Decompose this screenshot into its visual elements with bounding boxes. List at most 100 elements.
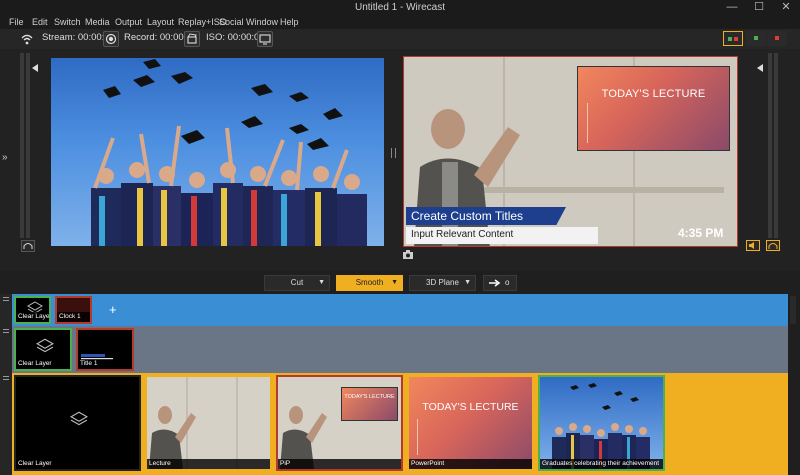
preview-indicator-icon xyxy=(728,37,732,41)
wifi-icon[interactable] xyxy=(20,32,34,46)
preview-monitor[interactable] xyxy=(51,58,384,246)
row3-shot-label: Lecture xyxy=(147,459,270,469)
cut-dropdown-icon[interactable]: ▼ xyxy=(318,276,325,290)
go-label: o xyxy=(505,278,510,287)
row3-lecture-shot[interactable]: Lecture xyxy=(145,375,272,471)
clapper-icon xyxy=(187,33,197,44)
layer2-handle[interactable] xyxy=(0,326,12,373)
layer-scrollbar[interactable] xyxy=(790,296,796,324)
preview-headphones-button[interactable] xyxy=(21,240,35,252)
row1-clear-layer-shot[interactable]: Clear Layer xyxy=(14,296,51,324)
record-button[interactable] xyxy=(103,31,119,47)
menu-help[interactable]: Help xyxy=(280,17,299,27)
layers-icon xyxy=(36,338,54,353)
preview-only-icon xyxy=(754,36,758,40)
cut-label: Cut xyxy=(290,278,304,287)
live-vu-meter-right xyxy=(774,53,778,238)
live-volume-slider-icon[interactable] xyxy=(757,64,763,72)
menu-file[interactable]: File xyxy=(9,17,24,27)
row2-shot-label: Title 1 xyxy=(78,359,132,369)
go-button[interactable]: o xyxy=(483,275,517,291)
speaker-button[interactable] xyxy=(746,240,760,251)
row1-shot-label: Clock 1 xyxy=(57,312,90,322)
plane-transition-button[interactable]: 3D Plane ▼ xyxy=(409,275,476,291)
arrow-right-icon xyxy=(489,279,501,287)
lecture-thumbnail xyxy=(147,377,270,469)
row1-clock-shot[interactable]: Clock 1 xyxy=(55,296,92,324)
layer-row-3: Clear Layer Lecture TODAY'S LECTURE PiP … xyxy=(12,373,788,475)
menu-window[interactable]: Window xyxy=(246,17,278,27)
graduates-thumbnail xyxy=(552,383,650,469)
live-headphones-button[interactable] xyxy=(766,240,780,251)
layer-row-1: Clear Layer Clock 1 + xyxy=(12,294,788,326)
preview-vu-meter-left xyxy=(20,53,24,238)
row3-clear-layer-shot[interactable]: Clear Layer xyxy=(14,375,141,471)
row3-shot-label: PowerPoint xyxy=(409,459,532,469)
expand-sidebar-icon[interactable]: » xyxy=(2,152,8,163)
pip-title-card: TODAY'S LECTURE xyxy=(341,387,398,421)
add-shot-button[interactable]: + xyxy=(109,302,117,317)
pip-title-text: TODAY'S LECTURE xyxy=(344,394,395,400)
layer3-handle[interactable] xyxy=(0,373,12,475)
toolbar: Stream: 00:00:00 Record: 00:00:00 ISO: 0… xyxy=(0,29,800,49)
lower-third-subtitle: Input Relevant Content xyxy=(406,227,598,244)
live-monitor[interactable]: TODAY'S LECTURE Create Custom Titles Inp… xyxy=(403,56,738,247)
menu-layout[interactable]: Layout xyxy=(147,17,174,27)
title-bar: Untitled 1 - Wirecast — ☐ ✕ xyxy=(0,0,800,16)
row1-shot-label: Clear Layer xyxy=(16,312,49,322)
row2-clear-layer-shot[interactable]: Clear Layer xyxy=(14,328,72,371)
transition-bar: Cut ▼ Smooth ▼ 3D Plane ▼ o xyxy=(0,271,800,294)
plane-dropdown-icon[interactable]: ▼ xyxy=(464,276,471,290)
iso-button[interactable] xyxy=(184,31,200,47)
live-indicator-icon xyxy=(734,37,738,41)
row3-shot-label: Clear Layer xyxy=(16,459,139,469)
monitor-icon xyxy=(259,34,271,45)
record-icon xyxy=(105,33,117,45)
minimize-button[interactable]: — xyxy=(718,0,746,16)
cut-transition-button[interactable]: Cut ▼ xyxy=(264,275,330,291)
preview-volume-slider-icon[interactable] xyxy=(32,64,38,72)
title-card-overlay: TODAY'S LECTURE xyxy=(577,66,730,151)
smooth-transition-button[interactable]: Smooth ▼ xyxy=(336,275,403,291)
menu-media[interactable]: Media xyxy=(85,17,110,27)
close-button[interactable]: ✕ xyxy=(772,0,800,16)
graduates-preview-image xyxy=(91,59,367,246)
plane-label: 3D Plane xyxy=(426,278,459,287)
headphones-live-icon xyxy=(768,242,778,249)
row3-shot-label: PiP xyxy=(278,459,401,469)
row2-title-shot[interactable]: Title 1 xyxy=(76,328,134,371)
headphones-icon xyxy=(23,242,33,249)
menu-bar: File Edit Switch Media Output Layout Rep… xyxy=(0,16,800,29)
layer1-handle[interactable] xyxy=(0,294,12,326)
row3-pip-shot[interactable]: TODAY'S LECTURE PiP xyxy=(276,375,403,471)
preview-vu-meter-right xyxy=(26,53,30,238)
row2-shot-label: Clear Layer xyxy=(16,359,70,369)
monitor-button[interactable] xyxy=(257,31,273,47)
row3-powerpoint-shot[interactable]: TODAY'S LECTURE PowerPoint xyxy=(407,375,534,471)
iso-timer: ISO: 00:00:00 xyxy=(206,32,265,43)
snapshot-button[interactable] xyxy=(402,250,414,263)
layout-dual-toggle[interactable] xyxy=(723,31,743,46)
smooth-dropdown-icon[interactable]: ▼ xyxy=(391,276,398,290)
smooth-label: Smooth xyxy=(355,278,384,287)
row3-shot-label: Graduates celebrating their achievement xyxy=(540,459,663,469)
live-only-icon xyxy=(775,36,779,40)
menu-social[interactable]: Social xyxy=(219,17,244,27)
clock-overlay: 4:35 PM xyxy=(678,226,724,240)
title-card-accent-line xyxy=(587,103,588,143)
window-title: Untitled 1 - Wirecast xyxy=(354,2,446,13)
splitter-handle-icon[interactable] xyxy=(391,148,396,158)
camera-icon xyxy=(403,250,413,259)
layout-preview-toggle[interactable] xyxy=(746,31,766,46)
menu-switch[interactable]: Switch xyxy=(54,17,81,27)
powerpoint-accent-line xyxy=(417,419,418,455)
title-card-text: TODAY'S LECTURE xyxy=(601,88,706,100)
powerpoint-title-text: TODAY'S LECTURE xyxy=(422,401,519,413)
speaker-icon xyxy=(749,242,754,249)
row3-graduates-shot[interactable]: Graduates celebrating their achievement xyxy=(538,375,665,471)
menu-edit[interactable]: Edit xyxy=(32,17,48,27)
maximize-button[interactable]: ☐ xyxy=(745,0,773,16)
mini-lower-third-bar xyxy=(81,354,105,357)
layout-live-toggle[interactable] xyxy=(767,31,787,46)
menu-output[interactable]: Output xyxy=(115,17,142,27)
